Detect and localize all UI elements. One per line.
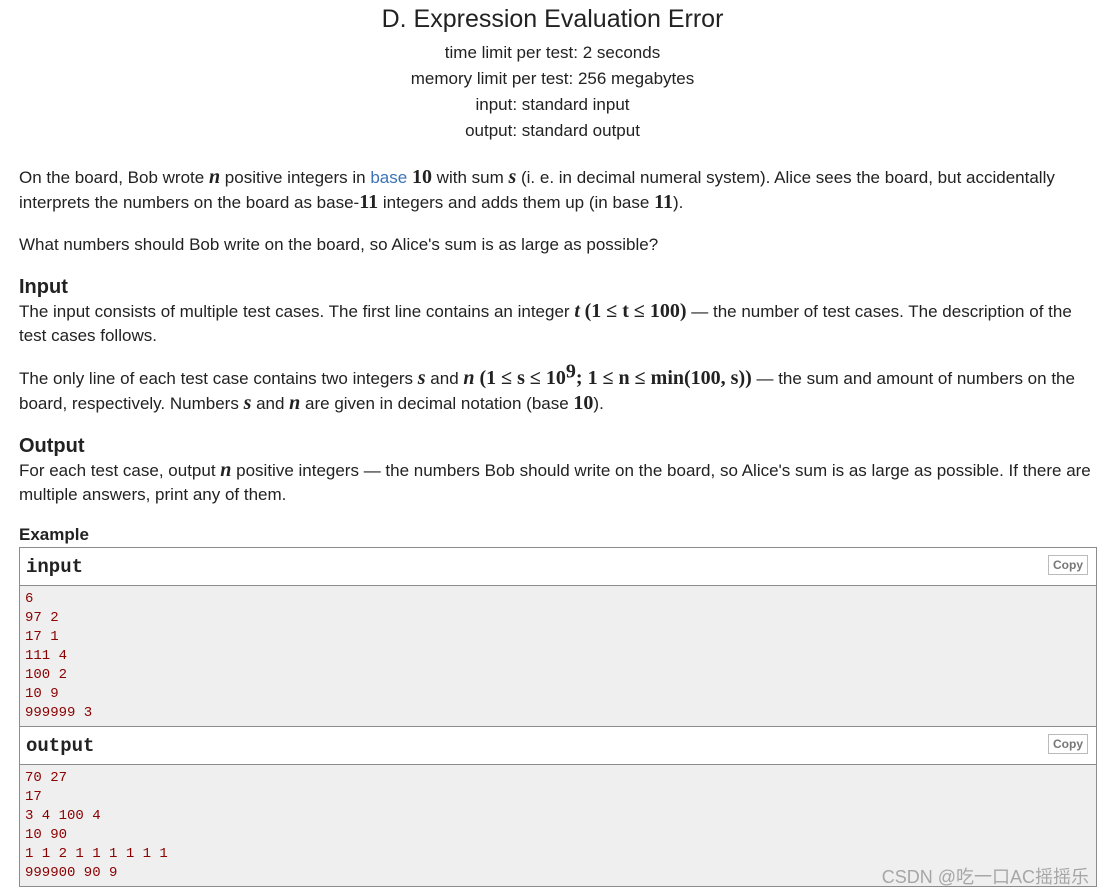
problem-header: D. Expression Evaluation Error time limi… xyxy=(0,0,1105,144)
sample-output-header: output Copy xyxy=(20,727,1096,765)
output-spec: output: standard output xyxy=(465,121,640,140)
math-exponent: 9 xyxy=(565,360,576,383)
watermark: CSDN @吃一口AC摇摇乐 xyxy=(881,867,1089,887)
math-var: n xyxy=(289,392,301,414)
input-paragraph-1: The input consists of multiple test case… xyxy=(19,299,1097,348)
legend-paragraph-2: What numbers should Bob write on the boa… xyxy=(19,235,659,254)
math-number: 10 xyxy=(573,392,594,414)
math-var: t xyxy=(574,300,580,322)
math-var: n xyxy=(463,367,475,389)
problem-title: D. Expression Evaluation Error xyxy=(381,5,724,33)
math-number: 11 xyxy=(359,191,379,213)
sample-input-text: 6 97 2 17 1 111 4 100 2 10 9 999999 3 xyxy=(20,586,1096,726)
time-limit: time limit per test: 2 seconds xyxy=(444,43,661,62)
text: ). xyxy=(672,193,684,212)
text: The only line of each test case contains… xyxy=(19,369,418,388)
legend-paragraph-1: On the board, Bob wrote n positive integ… xyxy=(19,165,1097,215)
text: On the board, Bob wrote xyxy=(19,168,209,187)
copy-input-button[interactable]: Copy xyxy=(1048,555,1088,575)
text: positive integers in xyxy=(220,168,371,187)
example-title: Example xyxy=(19,525,89,544)
sample-input-label: input xyxy=(26,556,84,578)
output-section-title: Output xyxy=(19,435,85,457)
math-number: 10 xyxy=(411,166,432,188)
problem-statement: On the board, Bob wrote n positive integ… xyxy=(19,165,1097,887)
math-constraint: (1 ≤ s ≤ 10 xyxy=(474,367,566,389)
input-section-title: Input xyxy=(19,276,68,298)
copy-output-button[interactable]: Copy xyxy=(1048,734,1088,754)
math-constraint: ; 1 ≤ n ≤ min(100, s)) xyxy=(575,367,752,389)
text: are given in decimal notation (base xyxy=(300,394,574,413)
text: ). xyxy=(593,394,604,413)
math-constraint: (1 ≤ t ≤ 100) xyxy=(584,300,687,322)
math-number: 11 xyxy=(654,191,673,213)
sample-input-header: input Copy xyxy=(20,548,1096,586)
text: and xyxy=(425,369,464,388)
base-link[interactable]: base xyxy=(370,168,407,187)
input-spec: input: standard input xyxy=(475,95,630,114)
text: The input consists of multiple test case… xyxy=(19,302,575,321)
math-var: s xyxy=(417,367,426,389)
memory-limit: memory limit per test: 256 megabytes xyxy=(410,69,695,88)
text: integers and adds them up (in base xyxy=(378,193,655,212)
math-var: n xyxy=(208,166,221,188)
text: For each test case, output xyxy=(19,461,221,480)
text: with sum xyxy=(431,168,509,187)
math-var: n xyxy=(220,459,232,481)
sample-output-label: output xyxy=(26,735,95,757)
output-paragraph: For each test case, output n positive in… xyxy=(19,458,1097,507)
text: and xyxy=(251,394,290,413)
input-paragraph-2: The only line of each test case contains… xyxy=(19,361,1097,416)
sample-input-box: input Copy 6 97 2 17 1 111 4 100 2 10 9 … xyxy=(19,547,1097,727)
